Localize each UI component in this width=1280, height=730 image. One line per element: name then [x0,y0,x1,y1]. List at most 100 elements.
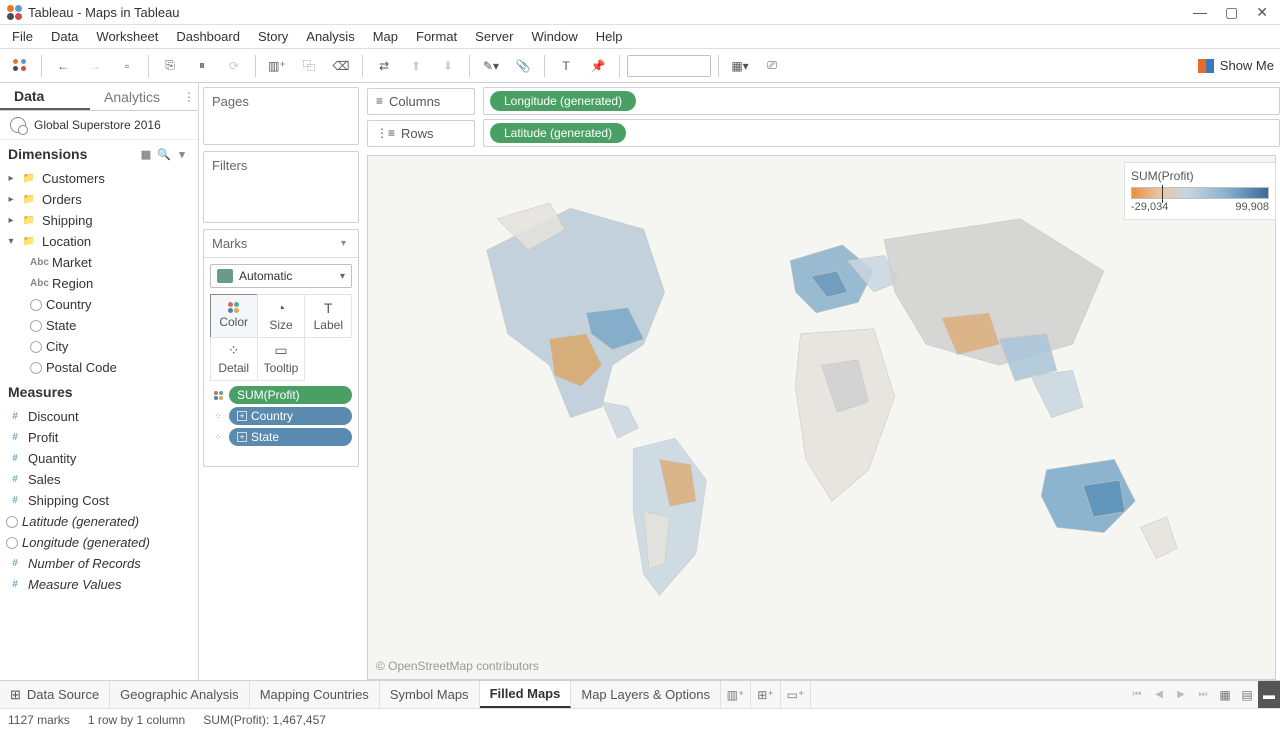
show-me-button[interactable]: Show Me [1198,58,1274,73]
field-city[interactable]: City [0,336,198,357]
pages-shelf[interactable]: Pages [203,87,359,145]
window-title: Tableau - Maps in Tableau [28,5,1193,20]
columns-pill[interactable]: Longitude (generated) [490,91,636,111]
field-longitude-generated-[interactable]: Longitude (generated) [0,532,198,553]
menu-analysis[interactable]: Analysis [298,27,362,46]
new-story-tab[interactable]: ▭⁺ [781,681,811,708]
new-worksheet-tab[interactable]: ▥⁺ [721,681,751,708]
color-pill-icon[interactable] [210,388,226,402]
field-orders[interactable]: ▸📁Orders [0,189,198,210]
duplicate-button[interactable]: ⿻ [295,53,323,79]
field-country[interactable]: Country [0,294,198,315]
menu-server[interactable]: Server [467,27,521,46]
pill-country[interactable]: +Country [229,407,352,425]
field-market[interactable]: AbcMarket [0,252,198,273]
menu-window[interactable]: Window [523,27,585,46]
show-tabs-button[interactable]: ▦ [1214,681,1236,708]
last-tab-button[interactable]: ⏭ [1192,681,1214,708]
size-mark-button[interactable]: ◔ Size [257,294,305,338]
data-tab[interactable]: Data [0,83,90,110]
rows-pill[interactable]: Latitude (generated) [490,123,626,143]
next-tab-button[interactable]: ▶ [1170,681,1192,708]
field-customers[interactable]: ▸📁Customers [0,168,198,189]
redo-button[interactable]: → [81,53,109,79]
field-number-of-records[interactable]: #Number of Records [0,553,198,574]
field-quantity[interactable]: #Quantity [0,448,198,469]
prev-tab-button[interactable]: ◀ [1148,681,1170,708]
label-button[interactable]: T [552,53,580,79]
field-discount[interactable]: #Discount [0,406,198,427]
columns-shelf[interactable]: ≡Columns Longitude (generated) [367,87,1280,115]
minimize-button[interactable]: — [1193,4,1207,21]
menu-story[interactable]: Story [250,27,296,46]
show-filmstrip-button[interactable]: ▤ [1236,681,1258,708]
menu-dashboard[interactable]: Dashboard [168,27,248,46]
group-button[interactable]: 📎 [509,53,537,79]
field-location[interactable]: ▾📁Location [0,231,198,252]
tooltip-mark-button[interactable]: ▭ Tooltip [257,337,305,381]
pin-button[interactable]: 📌 [584,53,612,79]
show-sheets-button[interactable]: ▬ [1258,681,1280,708]
sheet-tab-filled-maps[interactable]: Filled Maps [480,681,572,708]
analytics-tab[interactable]: Analytics [90,83,180,110]
new-datasource-button[interactable]: ⎘ [156,53,184,79]
data-pane-menu-icon[interactable]: ⋮ [180,83,198,110]
field-region[interactable]: AbcRegion [0,273,198,294]
menu-map[interactable]: Map [365,27,406,46]
show-cards-button[interactable]: ▦▾ [726,53,754,79]
refresh-button[interactable]: ⟳ [220,53,248,79]
marks-menu-icon[interactable]: ▾ [341,238,346,249]
visualization[interactable]: © OpenStreetMap contributors [367,155,1276,680]
fit-dropdown[interactable] [627,55,711,77]
data-source-tab[interactable]: ⊞ Data Source [0,681,110,708]
detail-pill-icon[interactable]: ⁘ [210,409,226,423]
tableau-start-icon[interactable] [6,53,34,79]
view-as-icon[interactable]: ▦ [138,147,154,161]
datasource-item[interactable]: Global Superstore 2016 [0,111,198,140]
detail-pill-icon[interactable]: ⁘ [210,430,226,444]
sort-desc-button[interactable]: ⬇ [434,53,462,79]
menu-file[interactable]: File [4,27,41,46]
rows-shelf[interactable]: ⋮≡Rows Latitude (generated) [367,119,1280,147]
sheet-tab-mapping-countries[interactable]: Mapping Countries [250,681,380,708]
field-shipping[interactable]: ▸📁Shipping [0,210,198,231]
first-tab-button[interactable]: ⏮ [1126,681,1148,708]
detail-mark-button[interactable]: ⁘ Detail [210,337,258,381]
sheet-tab-geographic-analysis[interactable]: Geographic Analysis [110,681,250,708]
filters-shelf[interactable]: Filters [203,151,359,223]
clear-button[interactable]: ⌫ [327,53,355,79]
field-measure-values[interactable]: #Measure Values [0,574,198,595]
menu-data[interactable]: Data [43,27,86,46]
save-button[interactable]: ▫ [113,53,141,79]
present-button[interactable]: ⎚ [758,53,786,79]
highlight-button[interactable]: ✎▾ [477,53,505,79]
field-sales[interactable]: #Sales [0,469,198,490]
new-dashboard-tab[interactable]: ⊞⁺ [751,681,781,708]
close-button[interactable]: ✕ [1256,4,1268,21]
color-mark-button[interactable]: Color [210,294,258,338]
maximize-button[interactable]: ▢ [1225,4,1238,21]
sort-asc-button[interactable]: ⬆ [402,53,430,79]
field-state[interactable]: State [0,315,198,336]
field-shipping-cost[interactable]: #Shipping Cost [0,490,198,511]
label-mark-button[interactable]: T Label [304,294,352,338]
undo-button[interactable]: ← [49,53,77,79]
field-latitude-generated-[interactable]: Latitude (generated) [0,511,198,532]
new-worksheet-button[interactable]: ▥⁺ [263,53,291,79]
sheet-tab-map-layers-options[interactable]: Map Layers & Options [571,681,721,708]
find-icon[interactable]: 🔍 [156,147,172,161]
mark-type-dropdown[interactable]: Automatic ▾ [210,264,352,288]
mark-pill-row: SUM(Profit) [210,386,352,404]
color-legend[interactable]: SUM(Profit) -29,034 99,908 [1124,162,1276,220]
dimensions-menu-icon[interactable]: ▾ [174,147,190,161]
pill-state[interactable]: +State [229,428,352,446]
menu-help[interactable]: Help [588,27,631,46]
sheet-tab-symbol-maps[interactable]: Symbol Maps [380,681,480,708]
swap-button[interactable]: ⇄ [370,53,398,79]
menu-worksheet[interactable]: Worksheet [88,27,166,46]
field-postal-code[interactable]: Postal Code [0,357,198,378]
pill-sum-profit-[interactable]: SUM(Profit) [229,386,352,404]
pause-updates-button[interactable]: ⏸ [188,53,216,79]
field-profit[interactable]: #Profit [0,427,198,448]
menu-format[interactable]: Format [408,27,465,46]
